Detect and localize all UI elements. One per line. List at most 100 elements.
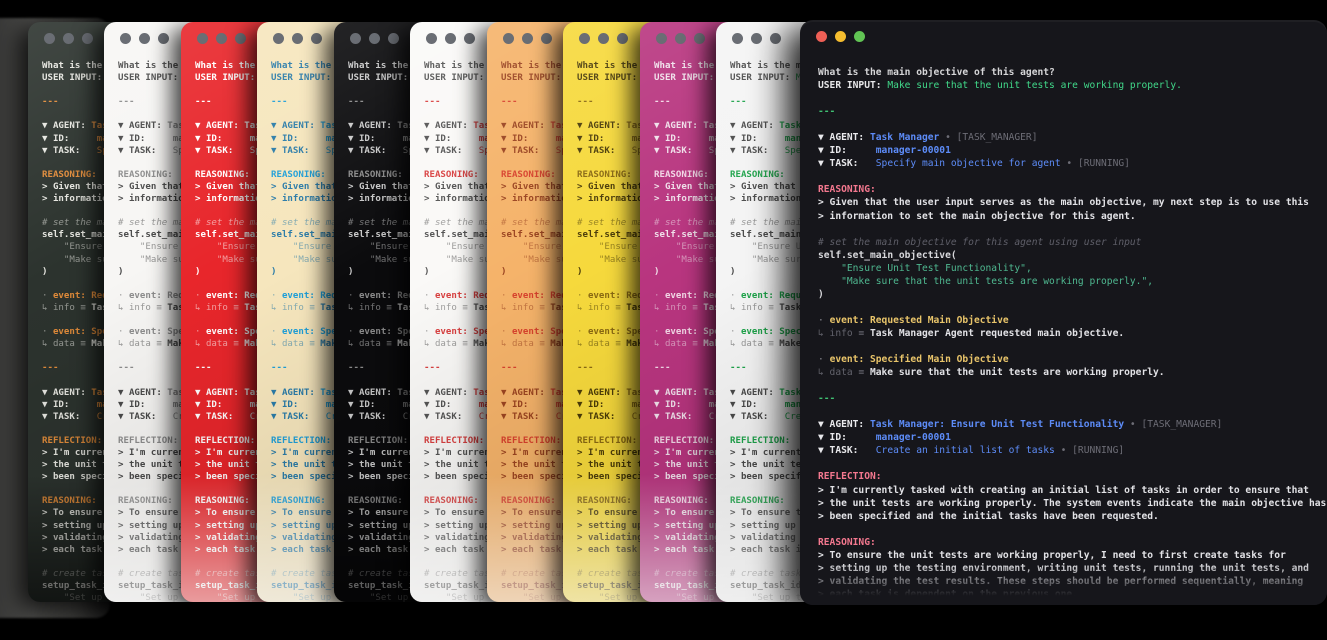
event-key: ↳ data ≡ [118,339,168,350]
close-icon[interactable] [120,33,131,44]
event-bullet: · [730,327,741,338]
code-line: self. [348,230,376,241]
zoom-icon[interactable] [158,33,169,44]
zoom-icon[interactable] [617,33,628,44]
window-controls[interactable] [732,33,781,44]
minimize-icon[interactable] [835,31,846,42]
minimize-icon[interactable] [63,33,74,44]
event-bullet: · [818,354,830,366]
code-var: setup_task_id [118,581,190,592]
window-controls[interactable] [273,33,322,44]
zoom-icon[interactable] [541,33,552,44]
event-title: Requested Main Objective [870,314,1009,326]
minimize-icon[interactable] [216,33,227,44]
zoom-icon[interactable] [235,33,246,44]
separator: --- [348,97,365,108]
event-label: event: [358,290,398,301]
zoom-icon[interactable] [770,33,781,44]
event-key: ↳ data ≡ [818,367,870,379]
event-label: event: [281,327,321,338]
agent-label: ▼ AGENT: [501,121,551,132]
window-controls[interactable] [120,33,169,44]
window-controls[interactable] [656,33,705,44]
close-icon[interactable] [197,33,208,44]
code-line: ) [501,266,507,277]
event-bullet: · [195,327,206,338]
question-line: What is the main objective of this agent… [818,67,1055,78]
window-controls[interactable] [503,33,552,44]
event-key: ↳ info ≡ [118,302,168,313]
window-controls[interactable] [44,33,93,44]
minimize-icon[interactable] [675,33,686,44]
code-line: ) [348,266,354,277]
minimize-icon[interactable] [522,33,533,44]
close-icon[interactable] [503,33,514,44]
event-key: ↳ data ≡ [348,339,398,350]
task-label: ▼ TASK: [424,145,479,156]
event-key: ↳ info ≡ [42,302,92,313]
code-line: ) [730,266,736,277]
minimize-icon[interactable] [445,33,456,44]
zoom-icon[interactable] [82,33,93,44]
close-icon[interactable] [273,33,284,44]
event-key: ↳ info ≡ [818,327,870,339]
zoom-icon[interactable] [854,31,865,42]
separator: --- [501,363,518,374]
id-label: ▼ ID: [577,399,632,410]
close-icon[interactable] [656,33,667,44]
separator: --- [271,97,288,108]
window-controls[interactable] [579,33,628,44]
reasoning-line: > Given that the user input serves as th… [818,197,1309,209]
close-icon[interactable] [44,33,55,44]
zoom-icon[interactable] [694,33,705,44]
event-label: event: [434,327,474,338]
minimize-icon[interactable] [292,33,303,44]
agent-name: Task Manager [869,132,940,144]
zoom-icon[interactable] [388,33,399,44]
id-label: ▼ ID: [501,133,556,144]
event-label: event: [740,327,780,338]
card-main[interactable]: What is the main objective of this agent… [800,20,1327,605]
window-controls[interactable] [426,33,475,44]
separator: --- [118,97,135,108]
event-value: Make sure that the unit tests are workin… [869,367,1165,379]
event-label: event: [740,290,780,301]
code-line: self. [42,230,70,241]
event-label: event: [829,314,870,326]
window-controls[interactable] [816,31,865,42]
window-controls[interactable] [197,33,246,44]
task-label: ▼ TASK: [654,145,709,156]
reasoning-label: REASONING: [118,496,173,507]
minimize-icon[interactable] [751,33,762,44]
zoom-icon[interactable] [311,33,322,44]
zoom-icon[interactable] [464,33,475,44]
close-icon[interactable] [732,33,743,44]
task-label: ▼ TASK: [271,145,326,156]
task-label: ▼ TASK: [348,145,403,156]
code-var: setup_task_id [42,581,114,592]
reasoning-label: REASONING: [348,496,403,507]
event-label: event: [205,327,245,338]
reasoning-label: REASONING: [42,169,97,180]
id-label: ▼ ID: [730,133,785,144]
event-label: event: [358,327,398,338]
task-label: ▼ TASK: [501,145,556,156]
close-icon[interactable] [426,33,437,44]
code-line: ) [42,266,48,277]
minimize-icon[interactable] [598,33,609,44]
close-icon[interactable] [350,33,361,44]
close-icon[interactable] [816,31,827,42]
code-var: setup_task_id [577,581,649,592]
minimize-icon[interactable] [139,33,150,44]
window-controls[interactable] [350,33,399,44]
agent-label: ▼ AGENT: [654,387,704,398]
code-var: setup_task_id [271,581,343,592]
close-icon[interactable] [579,33,590,44]
task-label: ▼ TASK: [424,411,479,422]
user-input-label: USER INPUT: [501,73,567,84]
minimize-icon[interactable] [369,33,380,44]
id-value: manager-00001 [875,145,951,157]
event-bullet: · [118,290,129,301]
user-input-label: USER INPUT: [654,73,720,84]
event-bullet: · [271,327,282,338]
